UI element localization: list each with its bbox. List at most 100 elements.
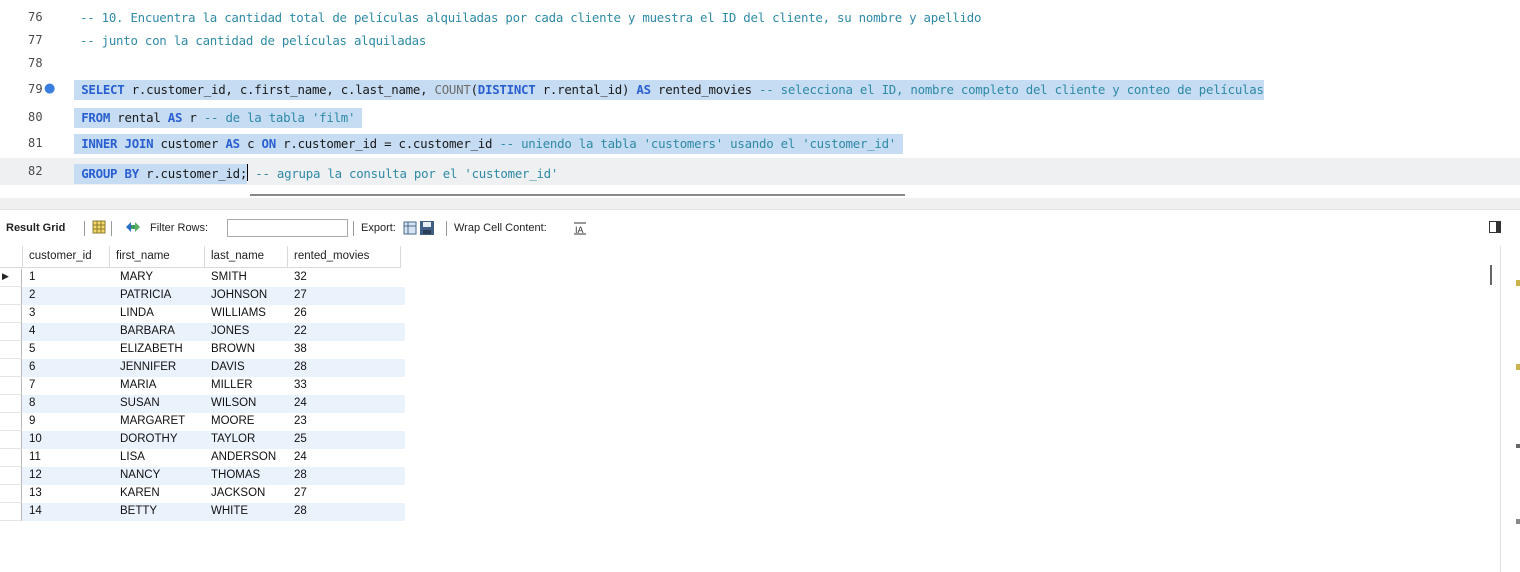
cell-customer-id[interactable]: 1: [29, 271, 35, 283]
cell-customer-id[interactable]: 3: [29, 307, 35, 319]
filter-rows-input[interactable]: [227, 219, 348, 237]
table-row[interactable]: 6 JENNIFER DAVIS 28: [0, 359, 405, 377]
row-header[interactable]: [0, 323, 22, 341]
cell-customer-id[interactable]: 12: [29, 469, 42, 481]
cell-rented-movies[interactable]: 23: [294, 415, 307, 427]
cell-last-name[interactable]: WILLIAMS: [211, 307, 266, 319]
cell-rented-movies[interactable]: 28: [294, 505, 307, 517]
table-row[interactable]: 5 ELIZABETH BROWN 38: [0, 341, 405, 359]
cell-last-name[interactable]: JONES: [211, 325, 249, 337]
save-disk-icon[interactable]: [403, 220, 439, 239]
cell-first-name[interactable]: BETTY: [120, 505, 157, 517]
cell-customer-id[interactable]: 14: [29, 505, 42, 517]
grid-icon[interactable]: [92, 220, 106, 237]
cell-first-name[interactable]: DOROTHY: [120, 433, 178, 445]
cell-last-name[interactable]: TAYLOR: [211, 433, 255, 445]
row-header[interactable]: [0, 377, 22, 395]
cell-first-name[interactable]: SUSAN: [120, 397, 160, 409]
row-header[interactable]: [0, 467, 22, 485]
cell-last-name[interactable]: MOORE: [211, 415, 254, 427]
cell-first-name[interactable]: MARIA: [120, 379, 156, 391]
result-grid-tab[interactable]: Result Grid: [6, 222, 65, 234]
cell-customer-id[interactable]: 13: [29, 487, 42, 499]
sql-editor[interactable]: 76 -- 10. Encuentra la cantidad total de…: [0, 0, 1520, 196]
table-row[interactable]: 11 LISA ANDERSON 24: [0, 449, 405, 467]
cell-rented-movies[interactable]: 25: [294, 433, 307, 445]
cell-customer-id[interactable]: 9: [29, 415, 35, 427]
cell-last-name[interactable]: JACKSON: [211, 487, 265, 499]
cell-first-name[interactable]: PATRICIA: [120, 289, 171, 301]
row-header[interactable]: [0, 359, 22, 377]
cell-last-name[interactable]: THOMAS: [211, 469, 260, 481]
cell-rented-movies[interactable]: 28: [294, 469, 307, 481]
filter-arrows-icon[interactable]: [124, 220, 142, 237]
row-header[interactable]: [0, 413, 22, 431]
cell-first-name[interactable]: ELIZABETH: [120, 343, 183, 355]
cell-last-name[interactable]: WHITE: [211, 505, 248, 517]
cell-customer-id[interactable]: 8: [29, 397, 35, 409]
row-pointer-icon[interactable]: [0, 269, 22, 287]
sql-comment: -- 10. Encuentra la cantidad total de pe…: [80, 10, 982, 25]
cell-first-name[interactable]: MARGARET: [120, 415, 185, 427]
table-row[interactable]: 7 MARIA MILLER 33: [0, 377, 405, 395]
cell-first-name[interactable]: LISA: [120, 451, 145, 463]
cell-customer-id[interactable]: 5: [29, 343, 35, 355]
column-header-first_name[interactable]: first_name: [110, 246, 205, 268]
cell-rented-movies[interactable]: 38: [294, 343, 307, 355]
row-header[interactable]: [0, 341, 22, 359]
cell-first-name[interactable]: JENNIFER: [120, 361, 176, 373]
row-header[interactable]: [0, 503, 22, 521]
table-row[interactable]: 9 MARGARET MOORE 23: [0, 413, 405, 431]
table-row[interactable]: 4 BARBARA JONES 22: [0, 323, 405, 341]
row-header[interactable]: [0, 287, 22, 305]
cell-rented-movies[interactable]: 24: [294, 451, 307, 463]
cell-rented-movies[interactable]: 26: [294, 307, 307, 319]
cell-rented-movies[interactable]: 28: [294, 361, 307, 373]
cell-last-name[interactable]: DAVIS: [211, 361, 245, 373]
table-row[interactable]: 10 DOROTHY TAYLOR 25: [0, 431, 405, 449]
cell-rented-movies[interactable]: 27: [294, 289, 307, 301]
table-row[interactable]: 1 MARY SMITH 32: [0, 269, 405, 287]
cell-customer-id[interactable]: 10: [29, 433, 42, 445]
pane-splitter[interactable]: [0, 198, 1520, 210]
cell-rented-movies[interactable]: 27: [294, 487, 307, 499]
cell-rented-movies[interactable]: 33: [294, 379, 307, 391]
cell-customer-id[interactable]: 6: [29, 361, 35, 373]
row-header[interactable]: [0, 449, 22, 467]
cell-customer-id[interactable]: 4: [29, 325, 35, 337]
cell-rented-movies[interactable]: 24: [294, 397, 307, 409]
cell-last-name[interactable]: WILSON: [211, 397, 256, 409]
table-row[interactable]: 12 NANCY THOMAS 28: [0, 467, 405, 485]
cell-last-name[interactable]: MILLER: [211, 379, 253, 391]
row-header[interactable]: [0, 305, 22, 323]
table-row[interactable]: 3 LINDA WILLIAMS 26: [0, 305, 405, 323]
cell-rented-movies[interactable]: 32: [294, 271, 307, 283]
table-row[interactable]: 2 PATRICIA JOHNSON 27: [0, 287, 405, 305]
wrap-text-icon[interactable]: IA: [573, 221, 587, 238]
table-row[interactable]: 14 BETTY WHITE 28: [0, 503, 405, 521]
cell-last-name[interactable]: JOHNSON: [211, 289, 267, 301]
cell-customer-id[interactable]: 7: [29, 379, 35, 391]
table-row[interactable]: 13 KAREN JACKSON 27: [0, 485, 405, 503]
cell-last-name[interactable]: BROWN: [211, 343, 255, 355]
column-header-customer_id[interactable]: customer_id: [23, 246, 110, 268]
cell-first-name[interactable]: BARBARA: [120, 325, 175, 337]
row-header[interactable]: [0, 485, 22, 503]
column-header-last_name[interactable]: last_name: [205, 246, 288, 268]
cell-last-name[interactable]: ANDERSON: [211, 451, 276, 463]
editor-horizontal-scrollbar[interactable]: [250, 194, 905, 196]
column-header-rented_movies[interactable]: rented_movies: [288, 246, 401, 268]
cell-first-name[interactable]: KAREN: [120, 487, 160, 499]
cell-first-name[interactable]: LINDA: [120, 307, 154, 319]
cell-last-name[interactable]: SMITH: [211, 271, 247, 283]
grid-vertical-scrollbar[interactable]: [1490, 265, 1492, 285]
cell-first-name[interactable]: NANCY: [120, 469, 160, 481]
cell-rented-movies[interactable]: 22: [294, 325, 307, 337]
cell-first-name[interactable]: MARY: [120, 271, 153, 283]
cell-customer-id[interactable]: 11: [29, 451, 41, 463]
row-header[interactable]: [0, 431, 22, 449]
row-header[interactable]: [0, 395, 22, 413]
table-row[interactable]: 8 SUSAN WILSON 24: [0, 395, 405, 413]
cell-customer-id[interactable]: 2: [29, 289, 35, 301]
panel-toggle-icon[interactable]: [1489, 221, 1501, 233]
